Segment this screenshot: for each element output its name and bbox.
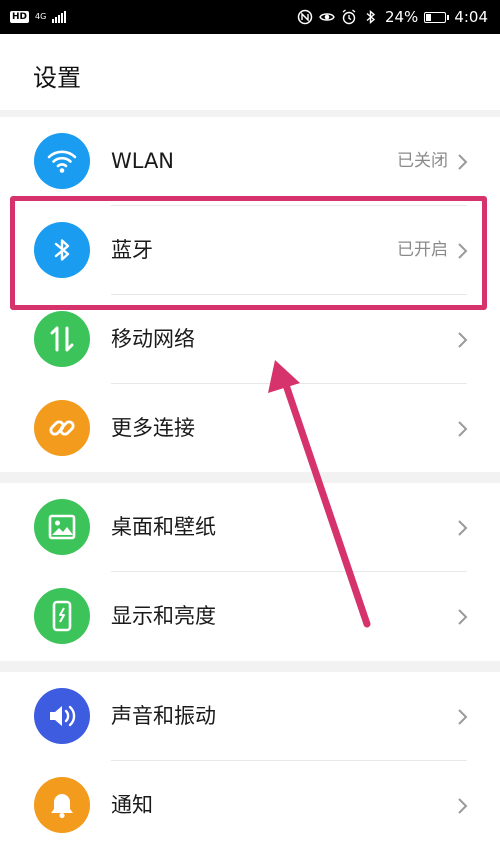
image-icon bbox=[34, 499, 90, 555]
settings-row-label: 桌面和壁纸 bbox=[111, 515, 216, 539]
settings-row-label: 更多连接 bbox=[111, 416, 195, 440]
speaker-icon bbox=[34, 688, 90, 744]
chevron-right-icon bbox=[458, 709, 468, 725]
status-bar-right: 24% 4:04 bbox=[297, 8, 488, 26]
phone-brightness-icon bbox=[34, 588, 90, 644]
nfc-icon bbox=[297, 9, 313, 25]
bluetooth-icon bbox=[34, 222, 90, 278]
chevron-right-icon bbox=[458, 154, 468, 170]
network-label: 4G bbox=[35, 12, 47, 21]
link-icon bbox=[34, 400, 90, 456]
settings-row-wallpaper[interactable]: 桌面和壁纸 bbox=[0, 483, 500, 572]
section-divider bbox=[0, 472, 500, 483]
eye-icon bbox=[319, 13, 335, 21]
settings-row-label: 蓝牙 bbox=[111, 238, 153, 262]
status-bar-left: HD 4G bbox=[10, 11, 67, 23]
battery-icon bbox=[424, 11, 450, 23]
chevron-right-icon bbox=[458, 332, 468, 348]
chevron-right-icon bbox=[458, 609, 468, 625]
network-type: 4G bbox=[35, 13, 46, 21]
settings-row-label: 显示和亮度 bbox=[111, 604, 216, 628]
settings-row-mobile-network[interactable]: 移动网络 bbox=[0, 295, 500, 384]
settings-row-more-connections[interactable]: 更多连接 bbox=[0, 384, 500, 472]
chevron-right-icon bbox=[458, 798, 468, 814]
alarm-icon bbox=[342, 9, 356, 25]
section-divider bbox=[0, 661, 500, 672]
chevron-right-icon bbox=[458, 520, 468, 536]
settings-row-value: 已开启 bbox=[397, 240, 448, 260]
settings-row-display[interactable]: 显示和亮度 bbox=[0, 572, 500, 661]
settings-row-value: 已关闭 bbox=[397, 151, 448, 171]
page-header: 设置 bbox=[0, 34, 500, 110]
settings-row-bluetooth[interactable]: 蓝牙 已开启 bbox=[0, 206, 500, 295]
clock: 4:04 bbox=[454, 8, 488, 26]
settings-row-label: 移动网络 bbox=[111, 327, 195, 351]
chevron-right-icon bbox=[458, 421, 468, 437]
page-title: 设置 bbox=[33, 64, 81, 92]
signal-icon bbox=[52, 11, 67, 23]
wifi-icon bbox=[34, 133, 90, 189]
settings-row-label: WLAN bbox=[111, 149, 175, 173]
settings-row-label: 通知 bbox=[111, 793, 153, 817]
battery-percent: 24% bbox=[384, 8, 419, 26]
bell-icon bbox=[34, 777, 90, 833]
status-bar: HD 4G 24% 4:04 bbox=[0, 0, 500, 34]
settings-row-notifications[interactable]: 通知 bbox=[0, 761, 500, 850]
mobile-data-icon bbox=[34, 311, 90, 367]
settings-row-wlan[interactable]: WLAN 已关闭 bbox=[0, 117, 500, 206]
bluetooth-icon bbox=[366, 9, 376, 25]
section-divider bbox=[0, 110, 500, 117]
settings-row-sound[interactable]: 声音和振动 bbox=[0, 672, 500, 761]
settings-row-label: 声音和振动 bbox=[111, 704, 216, 728]
chevron-right-icon bbox=[458, 243, 468, 259]
hd-badge: HD bbox=[10, 11, 30, 23]
